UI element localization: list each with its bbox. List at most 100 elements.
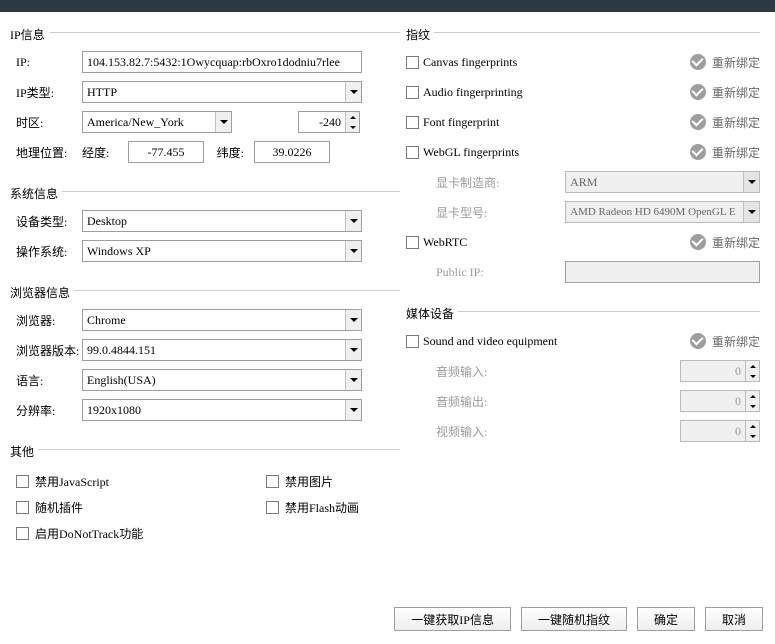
ok-button[interactable]: 确定 xyxy=(637,607,695,631)
tz-offset-input[interactable] xyxy=(299,112,345,132)
chevron-down-icon xyxy=(345,340,361,360)
ip-input[interactable] xyxy=(82,51,362,73)
geo-label: 地理位置: xyxy=(10,144,82,161)
section-title-other: 其他 xyxy=(10,443,400,464)
timezone-select[interactable]: America/New_York xyxy=(82,111,232,133)
section-ip-info: IP信息 IP: IP类型: HTTP 时区: America/New_York xyxy=(10,20,400,167)
footer: 一键获取IP信息 一键随机指纹 确定 取消 xyxy=(0,598,775,639)
check-circle-icon xyxy=(690,54,706,70)
device-type-select[interactable]: Desktop xyxy=(82,210,362,232)
check-circle-icon xyxy=(690,84,706,100)
check-circle-icon xyxy=(690,333,706,349)
timezone-value: America/New_York xyxy=(87,115,184,130)
font-rebind[interactable]: 重新绑定 xyxy=(690,114,760,131)
lng-input[interactable] xyxy=(128,141,204,163)
public-ip-label: Public IP: xyxy=(406,265,525,280)
res-label: 分辨率: xyxy=(10,402,82,419)
section-title-media: 媒体设备 xyxy=(406,305,760,326)
res-select[interactable]: 1920x1080 xyxy=(82,399,362,421)
canvas-label: Canvas fingerprints xyxy=(423,55,517,70)
chevron-down-icon xyxy=(345,370,361,390)
chevron-down-icon xyxy=(345,400,361,420)
media-rebind[interactable]: 重新绑定 xyxy=(690,333,760,350)
dnt-checkbox[interactable] xyxy=(16,527,29,540)
chevron-down-icon xyxy=(743,172,759,192)
video-in-spinner: 0 xyxy=(680,420,760,442)
webgl-rebind[interactable]: 重新绑定 xyxy=(690,144,760,161)
section-other: 其他 禁用JavaScript 禁用图片 随机插件 禁用Flash动画 启用Do… xyxy=(10,437,400,546)
random-plugin-label: 随机插件 xyxy=(35,499,83,516)
browser-value: Chrome xyxy=(87,313,126,328)
section-title-browser: 浏览器信息 xyxy=(10,284,400,305)
disable-flash-checkbox[interactable] xyxy=(266,501,279,514)
section-title-sys: 系统信息 xyxy=(10,185,400,206)
canvas-checkbox[interactable] xyxy=(406,56,419,69)
lang-select[interactable]: English(USA) xyxy=(82,369,362,391)
ip-type-select[interactable]: HTTP xyxy=(82,81,362,103)
gpu-vendor-label: 显卡制造商: xyxy=(406,174,525,191)
sound-video-label: Sound and video equipment xyxy=(423,334,557,349)
chevron-down-icon xyxy=(743,202,759,222)
canvas-rebind[interactable]: 重新绑定 xyxy=(690,54,760,71)
webgl-checkbox[interactable] xyxy=(406,146,419,159)
random-plugin-checkbox[interactable] xyxy=(16,501,29,514)
lang-label: 语言: xyxy=(10,372,82,389)
webrtc-checkbox[interactable] xyxy=(406,236,419,249)
disable-img-label: 禁用图片 xyxy=(285,473,333,490)
public-ip-input xyxy=(565,261,760,283)
lng-label: 经度: xyxy=(82,144,128,161)
dnt-label: 启用DoNotTrack功能 xyxy=(35,525,143,542)
webgl-label: WebGL fingerprints xyxy=(423,145,519,160)
device-type-label: 设备类型: xyxy=(10,213,82,230)
audio-out-label: 音频输出: xyxy=(406,393,526,410)
section-sys-info: 系统信息 设备类型: Desktop 操作系统: Windows XP xyxy=(10,179,400,266)
check-circle-icon xyxy=(690,234,706,250)
os-label: 操作系统: xyxy=(10,243,82,260)
browser-select[interactable]: Chrome xyxy=(82,309,362,331)
gpu-model-label: 显卡型号: xyxy=(406,204,525,221)
chevron-down-icon xyxy=(345,82,361,102)
video-in-label: 视频输入: xyxy=(406,423,526,440)
section-media: 媒体设备 Sound and video equipment 重新绑定 音频输入… xyxy=(406,299,760,446)
webrtc-rebind[interactable]: 重新绑定 xyxy=(690,234,760,251)
title-bar xyxy=(0,0,775,12)
gpu-vendor-select: ARM xyxy=(565,171,760,193)
sound-video-checkbox[interactable] xyxy=(406,335,419,348)
cancel-button[interactable]: 取消 xyxy=(705,607,763,631)
res-value: 1920x1080 xyxy=(87,403,141,418)
ip-type-label: IP类型: xyxy=(10,84,82,101)
browser-version-select[interactable]: 99.0.4844.151 xyxy=(82,339,362,361)
timezone-label: 时区: xyxy=(10,114,82,131)
gpu-vendor-value: ARM xyxy=(570,175,597,190)
chevron-down-icon xyxy=(345,241,361,261)
section-browser-info: 浏览器信息 浏览器: Chrome 浏览器版本: 99.0.4844.151 语… xyxy=(10,278,400,425)
font-label: Font fingerprint xyxy=(423,115,499,130)
ip-label: IP: xyxy=(10,55,82,70)
disable-js-label: 禁用JavaScript xyxy=(35,473,109,490)
section-title-fingerprint: 指纹 xyxy=(406,26,760,47)
audio-label: Audio fingerprinting xyxy=(423,85,523,100)
audio-rebind[interactable]: 重新绑定 xyxy=(690,84,760,101)
tz-offset-spinner[interactable] xyxy=(298,111,360,133)
lat-input[interactable] xyxy=(254,141,330,163)
random-fp-button[interactable]: 一键随机指纹 xyxy=(521,607,627,631)
chevron-down-icon xyxy=(345,211,361,231)
check-circle-icon xyxy=(690,144,706,160)
audio-checkbox[interactable] xyxy=(406,86,419,99)
section-fingerprint: 指纹 Canvas fingerprints 重新绑定 Audio finger… xyxy=(406,20,760,287)
os-select[interactable]: Windows XP xyxy=(82,240,362,262)
disable-flash-label: 禁用Flash动画 xyxy=(285,499,359,516)
font-checkbox[interactable] xyxy=(406,116,419,129)
disable-js-checkbox[interactable] xyxy=(16,475,29,488)
fetch-ip-button[interactable]: 一键获取IP信息 xyxy=(394,607,511,631)
spinner-buttons[interactable] xyxy=(345,112,359,132)
audio-out-spinner: 0 xyxy=(680,390,760,412)
audio-in-label: 音频输入: xyxy=(406,363,526,380)
browser-version-label: 浏览器版本: xyxy=(10,342,82,359)
check-circle-icon xyxy=(690,114,706,130)
gpu-model-select: AMD Radeon HD 6490M OpenGL E xyxy=(565,201,760,223)
disable-img-checkbox[interactable] xyxy=(266,475,279,488)
audio-in-spinner: 0 xyxy=(680,360,760,382)
browser-label: 浏览器: xyxy=(10,312,82,329)
browser-version-value: 99.0.4844.151 xyxy=(87,343,156,358)
